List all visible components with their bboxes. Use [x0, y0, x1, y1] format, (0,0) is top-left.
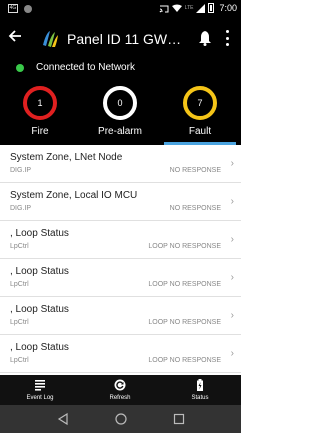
item-response: NO RESPONSE [169, 167, 221, 174]
fault-list: System Zone, LNet Node DIG.IP NO RESPONS… [0, 145, 241, 375]
refresh-icon [114, 379, 126, 391]
pre-alarm-count-ring: 0 [103, 86, 137, 120]
list-item[interactable]: System Zone, Local IO MCU DIG.IP NO RESP… [0, 183, 241, 221]
pre-alarm-counter[interactable]: 0 Pre-alarm [80, 77, 160, 145]
list-item[interactable]: , Loop Status LpCtrl LOOP NO RESPONSE › [0, 335, 241, 373]
sim-icon: 4G [8, 4, 18, 13]
signal-icon [196, 3, 206, 13]
nav-status[interactable]: Status [160, 375, 240, 405]
nav-label: Event Log [26, 395, 54, 401]
item-type: LpCtrl [10, 281, 29, 288]
item-type: LpCtrl [10, 243, 29, 250]
app-bar: Panel ID 11 GW Testi… [0, 18, 241, 60]
fault-counter[interactable]: 7 Fault [160, 77, 240, 145]
list-item[interactable]: , Loop Status LpCtrl LOOP NO RESPONSE › [0, 297, 241, 335]
item-response: LOOP NO RESPONSE [148, 243, 221, 250]
status-icons: LTE 7:00 [159, 3, 237, 13]
app-logo-icon [43, 31, 58, 47]
item-type: DIG.IP [10, 167, 32, 174]
chevron-right-icon: › [230, 272, 234, 283]
recents-square-icon[interactable] [172, 412, 186, 426]
wifi-icon [171, 4, 182, 12]
connection-status: Connected to Network [0, 60, 241, 77]
list-item[interactable]: , Loop Status LpCtrl LOOP NO RESPONSE › [0, 259, 241, 297]
status-bar: 4G LTE 7:00 [0, 0, 241, 18]
item-type: LpCtrl [10, 319, 29, 326]
pre-alarm-label: Pre-alarm [98, 126, 142, 137]
fire-label: Fire [31, 126, 49, 137]
system-navigation [0, 405, 241, 433]
item-response: LOOP NO RESPONSE [148, 357, 221, 364]
bell-icon[interactable] [198, 30, 212, 46]
list-item[interactable]: , Loop Status LpCtrl LOOP NO RESPONSE › [0, 221, 241, 259]
item-name: , Loop Status [10, 266, 69, 277]
item-response: NO RESPONSE [169, 205, 221, 212]
item-type: DIG.IP [10, 205, 32, 212]
back-arrow-icon[interactable] [8, 29, 22, 48]
nav-refresh[interactable]: Refresh [80, 375, 160, 405]
connection-status-text: Connected to Network [36, 62, 135, 73]
lte-label: LTE [184, 5, 194, 11]
fire-count-ring: 1 [23, 86, 57, 120]
back-triangle-icon[interactable] [56, 412, 70, 426]
chevron-right-icon: › [230, 234, 234, 245]
home-circle-icon[interactable] [114, 412, 128, 426]
list-icon [35, 380, 45, 391]
page-title: Panel ID 11 GW Testi… [67, 31, 183, 47]
chevron-right-icon: › [230, 196, 234, 207]
cast-icon [159, 5, 169, 12]
more-vertical-icon[interactable] [224, 30, 230, 46]
item-name: System Zone, LNet Node [10, 152, 123, 163]
battery-icon [208, 3, 215, 13]
nav-label: Refresh [109, 395, 131, 401]
fault-label: Fault [188, 126, 212, 137]
chevron-right-icon: › [230, 158, 234, 169]
chevron-right-icon: › [230, 310, 234, 321]
item-name: , Loop Status [10, 342, 69, 353]
battery-charging-icon [197, 379, 203, 391]
bottom-navigation: Event Log Refresh Status [0, 375, 241, 405]
item-name: , Loop Status [10, 228, 69, 239]
list-item[interactable]: System Zone, LNet Node DIG.IP NO RESPONS… [0, 145, 241, 183]
nav-label: Status [191, 395, 209, 401]
chevron-right-icon: › [230, 348, 234, 359]
item-name: , Loop Status [10, 304, 69, 315]
item-type: LpCtrl [10, 357, 29, 364]
event-counters: 1 Fire 0 Pre-alarm 7 Fault [0, 77, 241, 145]
fire-counter[interactable]: 1 Fire [0, 77, 80, 145]
item-name: System Zone, Local IO MCU [10, 190, 138, 201]
nav-event-log[interactable]: Event Log [0, 375, 80, 405]
clock: 7:00 [219, 3, 237, 13]
item-response: LOOP NO RESPONSE [148, 319, 221, 326]
notification-dot-icon [24, 5, 32, 13]
connected-indicator-icon [16, 64, 24, 72]
item-response: LOOP NO RESPONSE [148, 281, 221, 288]
fault-count-ring: 7 [183, 86, 217, 120]
